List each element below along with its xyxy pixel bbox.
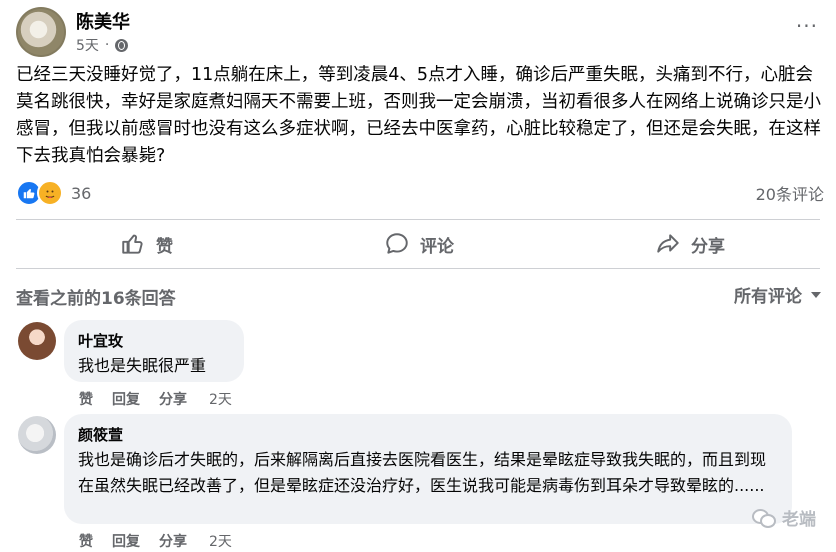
comment-share-link[interactable]: 分享 (159, 389, 187, 409)
commenter-name[interactable]: 叶宜玫 (78, 330, 230, 351)
post-text: 已经三天没睡好觉了，11点躺在床上，等到凌晨4、5点才入睡，确诊后严重失眠，头痛… (16, 65, 821, 166)
post-time[interactable]: 5天 (76, 35, 99, 55)
comment-text: 我也是确诊后才失眠的，后来解隔离后直接去医院看医生，结果是晕眩症导致我失眠的，而… (78, 450, 767, 495)
comment-text: 我也是失眠很严重 (78, 356, 207, 375)
comment-label: 评论 (420, 236, 454, 257)
reaction-icons (16, 180, 63, 206)
comments-count[interactable]: 20条评论 (756, 181, 824, 205)
reaction-count: 36 (71, 183, 92, 203)
comment-like-link[interactable]: 赞 (79, 389, 93, 409)
author-name[interactable]: 陈美华 (76, 8, 130, 34)
comment-bubble: 颜筱萱 我也是确诊后才失眠的，后来解隔离后直接去医院看医生，结果是晕眩症导致我失… (64, 414, 792, 524)
like-button[interactable]: 赞 (120, 226, 173, 262)
watermark: 老端 (752, 505, 816, 530)
thumbs-up-icon (122, 234, 143, 254)
sort-label: 所有评论 (734, 287, 802, 307)
wechat-icon (752, 508, 776, 528)
comment-actions: 赞 回复 分享 2天 (79, 531, 232, 551)
comment-time[interactable]: 2天 (209, 389, 232, 409)
chevron-down-icon (811, 291, 821, 298)
comment-share-link[interactable]: 分享 (159, 531, 187, 551)
divider-bottom (16, 268, 820, 269)
comment-button[interactable]: 评论 (384, 226, 454, 262)
watermark-text: 老端 (782, 510, 816, 530)
comment-sort-dropdown[interactable]: 所有评论 (734, 282, 822, 307)
comment-reply-link[interactable]: 回复 (112, 389, 140, 409)
share-button[interactable]: 分享 (655, 226, 725, 262)
comment-bubble: 叶宜玫 我也是失眠很严重 (64, 320, 244, 382)
share-label: 分享 (691, 236, 725, 257)
view-previous-comments[interactable]: 查看之前的16条回答 (16, 284, 176, 309)
comment-like-link[interactable]: 赞 (79, 531, 93, 551)
comment-actions: 赞 回复 分享 2天 (79, 389, 232, 409)
commenter-avatar[interactable] (18, 322, 56, 360)
like-label: 赞 (156, 236, 173, 257)
comment-icon (386, 233, 408, 254)
post-meta: 5天 · (76, 35, 129, 55)
commenter-name[interactable]: 颜筱萱 (78, 424, 778, 445)
more-options-icon[interactable]: ··· (796, 14, 818, 38)
share-icon (657, 234, 679, 253)
reaction-summary[interactable]: 36 (16, 180, 91, 206)
globe-icon (115, 38, 129, 52)
comment-time[interactable]: 2天 (209, 531, 232, 551)
comment-reply-link[interactable]: 回复 (112, 531, 140, 551)
commenter-avatar[interactable] (18, 416, 56, 454)
divider-top (16, 219, 820, 220)
author-avatar[interactable] (16, 7, 66, 57)
care-reaction-icon (37, 180, 63, 206)
